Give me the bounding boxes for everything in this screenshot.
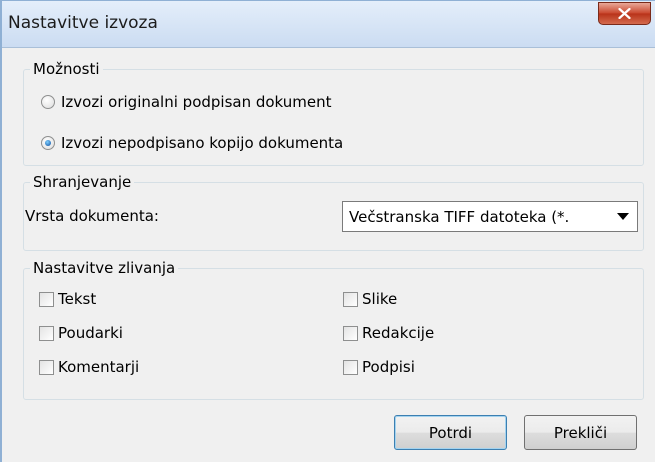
confirm-button[interactable]: Potrdi — [394, 415, 507, 450]
checkbox-highlights-label: Poudarki — [58, 324, 123, 342]
close-button[interactable] — [598, 2, 651, 25]
checkbox-box[interactable] — [39, 325, 54, 341]
radio-indicator[interactable] — [41, 95, 55, 109]
export-settings-dialog: Nastavitve izvoza Možnosti Izvozi origin… — [0, 0, 655, 462]
options-group-title: Možnosti — [30, 59, 103, 79]
options-group: Možnosti Izvozi originalni podpisan doku… — [23, 59, 644, 166]
export-original-signed-label: Izvozi originalni podpisan dokument — [61, 93, 332, 111]
checkbox-images-label: Slike — [362, 290, 398, 308]
checkbox-images[interactable]: Slike — [343, 290, 397, 308]
checkbox-box[interactable] — [39, 359, 54, 375]
checkbox-redactions[interactable]: Redakcije — [343, 324, 434, 342]
export-unsigned-copy-radio[interactable]: Izvozi nepodpisano kopijo dokumenta — [41, 134, 343, 152]
document-type-value: Večstranska TIFF datoteka (*. — [349, 207, 570, 226]
document-type-select[interactable]: Večstranska TIFF datoteka (*. — [342, 201, 638, 232]
saving-group-title: Shranjevanje — [30, 172, 135, 192]
checkbox-redactions-label: Redakcije — [362, 324, 435, 342]
checkbox-signatures[interactable]: Podpisi — [343, 358, 415, 376]
export-unsigned-copy-label: Izvozi nepodpisano kopijo dokumenta — [61, 134, 344, 152]
title-bar[interactable]: Nastavitve izvoza — [2, 1, 655, 48]
checkbox-box[interactable] — [343, 359, 358, 375]
close-icon — [618, 8, 631, 19]
checkbox-highlights[interactable]: Poudarki — [39, 324, 123, 342]
export-original-signed-radio[interactable]: Izvozi originalni podpisan dokument — [41, 93, 332, 111]
document-type-label: Vrsta dokumenta: — [25, 207, 159, 225]
checkbox-signatures-label: Podpisi — [362, 358, 415, 376]
radio-indicator-checked[interactable] — [41, 136, 55, 150]
checkbox-box[interactable] — [39, 291, 54, 307]
dialog-title: Nastavitve izvoza — [8, 13, 158, 33]
cancel-button[interactable]: Prekliči — [524, 415, 637, 450]
checkbox-comments[interactable]: Komentarji — [39, 358, 139, 376]
checkbox-comments-label: Komentarji — [58, 358, 140, 376]
checkbox-text[interactable]: Tekst — [39, 290, 96, 308]
checkbox-box[interactable] — [343, 325, 358, 341]
merge-settings-group-title: Nastavitve zlivanja — [30, 258, 179, 278]
chevron-down-icon[interactable] — [617, 213, 629, 220]
checkbox-text-label: Tekst — [58, 290, 97, 308]
checkbox-box[interactable] — [343, 291, 358, 307]
